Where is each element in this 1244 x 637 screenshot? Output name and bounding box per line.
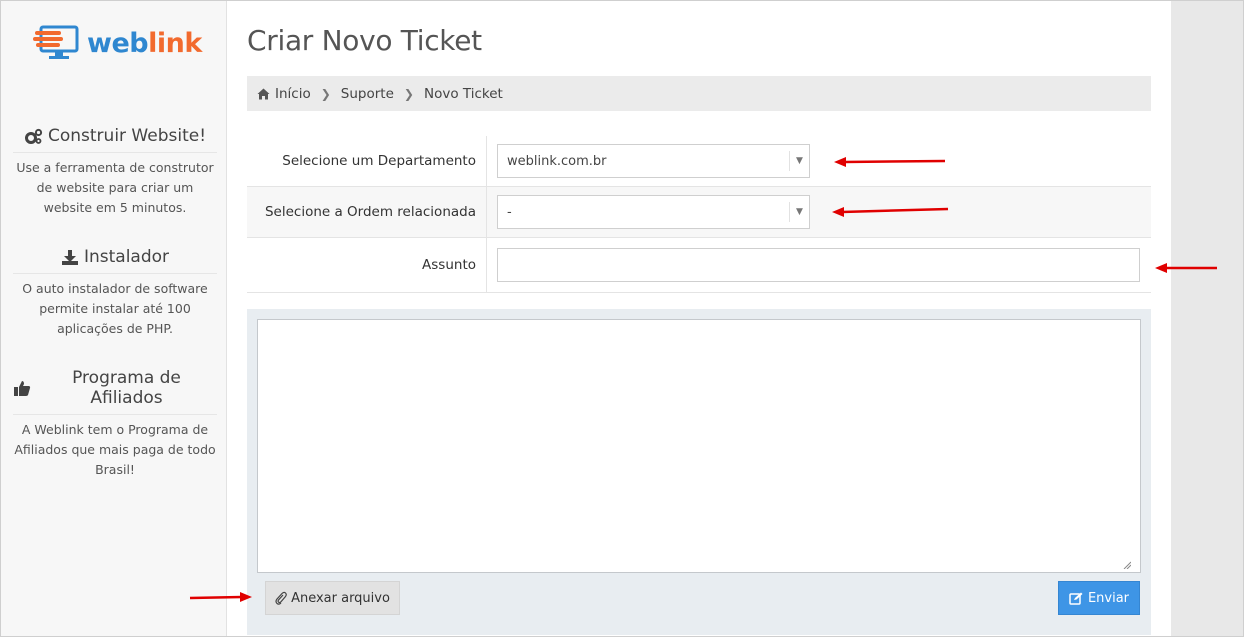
attach-file-label: Anexar arquivo	[291, 590, 390, 606]
dropdown-arrow-icon: ▼	[789, 202, 809, 222]
annotation-arrow-right-icon	[189, 592, 252, 602]
promo-description: Use a ferramenta de construtor de websit…	[16, 160, 214, 215]
home-icon[interactable]	[257, 88, 270, 100]
thumbs-up-icon	[14, 380, 31, 396]
resize-grip-icon[interactable]	[1123, 561, 1131, 569]
subject-label: Assunto	[247, 238, 487, 292]
order-select-value: -	[507, 204, 512, 220]
department-select[interactable]: weblink.com.br ▼	[497, 144, 810, 178]
right-gutter	[1171, 1, 1243, 636]
promo-installer: Instalador O auto instalador de software…	[13, 247, 217, 339]
promo-description: O auto instalador de software permite in…	[22, 281, 208, 336]
sidebar: weblink Construir Website! Use a ferrame…	[1, 1, 227, 636]
logo-text: weblink	[87, 28, 202, 59]
send-button[interactable]: Enviar	[1058, 581, 1140, 615]
subject-input[interactable]	[497, 248, 1140, 282]
gears-icon	[24, 128, 43, 144]
promo-title-text: Construir Website!	[47, 126, 207, 146]
message-textarea[interactable]	[257, 319, 1141, 573]
subject-field	[487, 238, 1151, 292]
breadcrumb: Início ❯ Suporte ❯ Novo Ticket	[247, 76, 1151, 111]
page-title: Criar Novo Ticket	[247, 24, 482, 57]
promo-title: Instalador	[13, 247, 217, 274]
chevron-right-icon: ❯	[403, 86, 414, 101]
department-row: Selecione um Departamento weblink.com.br…	[247, 136, 1151, 187]
download-icon	[61, 249, 78, 265]
paperclip-icon	[275, 591, 287, 605]
department-select-value: weblink.com.br	[507, 153, 607, 169]
breadcrumb-home[interactable]: Início	[275, 86, 311, 102]
logo-text-web: web	[87, 27, 149, 59]
breadcrumb-support[interactable]: Suporte	[341, 86, 394, 102]
annotation-arrow-left-icon	[832, 207, 949, 217]
promo-description: A Weblink tem o Programa de Afiliados qu…	[14, 422, 216, 477]
chevron-right-icon: ❯	[320, 86, 331, 101]
message-editor-panel: Anexar arquivo Enviar	[247, 309, 1151, 635]
annotation-arrow-left-icon	[834, 157, 946, 167]
promo-title: Programa de Afiliados	[13, 368, 217, 415]
order-label: Selecione a Ordem relacionada	[247, 187, 487, 237]
subject-row: Assunto	[247, 238, 1151, 293]
ticket-form: Selecione um Departamento weblink.com.br…	[247, 136, 1151, 293]
promo-affiliates: Programa de Afiliados A Weblink tem o Pr…	[13, 368, 217, 480]
department-field: weblink.com.br ▼	[487, 136, 1151, 186]
edit-icon	[1069, 592, 1083, 605]
attach-file-button[interactable]: Anexar arquivo	[265, 581, 400, 615]
weblink-logo-icon	[33, 25, 79, 59]
department-label: Selecione um Departamento	[247, 136, 487, 186]
order-select[interactable]: - ▼	[497, 195, 810, 229]
order-field: - ▼	[487, 187, 1151, 237]
send-label: Enviar	[1087, 590, 1130, 606]
weblink-logo[interactable]: weblink	[33, 23, 203, 63]
promo-website-builder: Construir Website! Use a ferramenta de c…	[13, 126, 217, 218]
annotation-arrow-left-icon	[1155, 263, 1217, 273]
promo-title: Construir Website!	[13, 126, 217, 153]
promo-title-text: Programa de Afiliados	[72, 368, 181, 408]
logo-text-link: link	[148, 27, 202, 59]
order-row: Selecione a Ordem relacionada - ▼	[247, 187, 1151, 238]
dropdown-arrow-icon: ▼	[789, 151, 809, 171]
promo-title-text: Instalador	[83, 247, 170, 267]
breadcrumb-current: Novo Ticket	[423, 85, 503, 102]
